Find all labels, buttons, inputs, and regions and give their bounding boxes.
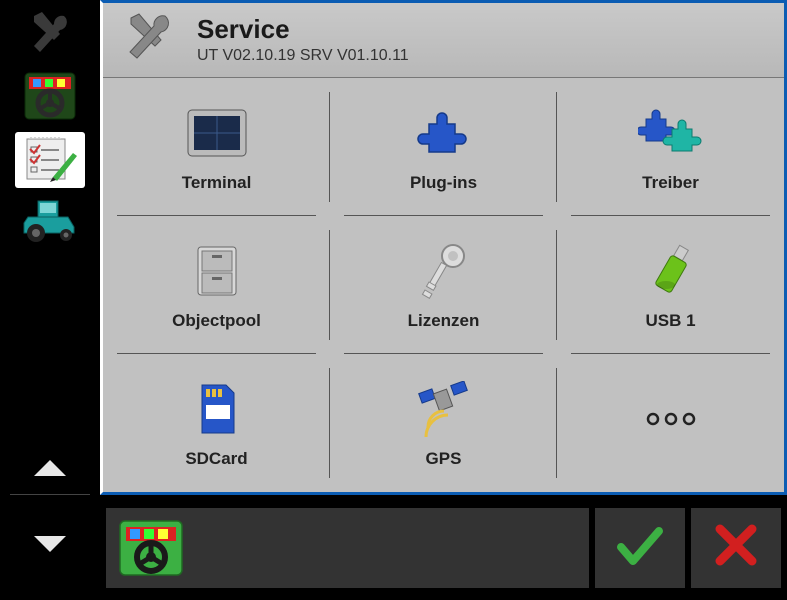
key-icon xyxy=(419,237,469,305)
grid-item-label: Lizenzen xyxy=(408,311,480,331)
satellite-icon xyxy=(414,375,474,443)
usb-icon xyxy=(646,237,696,305)
grid-item-label: USB 1 xyxy=(645,311,695,331)
cancel-button[interactable] xyxy=(691,508,781,588)
grid-item-more[interactable] xyxy=(557,354,784,492)
terminal-icon xyxy=(186,99,248,167)
sidebar xyxy=(0,0,100,495)
sidebar-item-steering[interactable] xyxy=(15,70,85,126)
grid-item-plugins[interactable]: Plug-ins xyxy=(330,78,557,216)
confirm-button[interactable] xyxy=(595,508,685,588)
driver-icon xyxy=(638,99,704,167)
check-icon xyxy=(615,523,665,572)
grid-item-gps[interactable]: GPS xyxy=(330,354,557,492)
sidebar-down-button[interactable] xyxy=(0,495,100,600)
cabinet-icon xyxy=(194,237,240,305)
checklist-icon xyxy=(23,133,77,188)
content-panel: Service UT V02.10.19 SRV V01.10.11 Termi… xyxy=(100,0,787,495)
grid-item-sdcard[interactable]: SDCard xyxy=(103,354,330,492)
grid-item-usb[interactable]: USB 1 xyxy=(557,216,784,354)
tractor-icon xyxy=(22,197,78,248)
version-subtitle: UT V02.10.19 SRV V01.10.11 xyxy=(197,47,409,65)
page-title: Service xyxy=(197,14,409,45)
tools-icon xyxy=(24,10,76,63)
steering-nav-icon xyxy=(116,518,186,578)
sdcard-icon xyxy=(194,375,240,443)
grid-item-label: SDCard xyxy=(185,449,247,469)
grid-item-label: Objectpool xyxy=(172,311,261,331)
grid-item-terminal[interactable]: Terminal xyxy=(103,78,330,216)
chevron-down-icon xyxy=(32,534,68,561)
bottom-bar xyxy=(0,495,787,600)
close-icon xyxy=(714,523,758,572)
grid-item-label: Plug-ins xyxy=(410,173,477,193)
sidebar-item-tractor[interactable] xyxy=(15,194,85,250)
grid-item-objectpool[interactable]: Objectpool xyxy=(103,216,330,354)
sidebar-up-button[interactable] xyxy=(0,444,100,494)
sidebar-item-checklist[interactable] xyxy=(15,132,85,188)
more-icon xyxy=(641,385,701,453)
grid-item-treiber[interactable]: Treiber xyxy=(557,78,784,216)
grid-item-label: Treiber xyxy=(642,173,699,193)
grid-item-label: GPS xyxy=(426,449,462,469)
status-bar xyxy=(106,508,589,588)
panel-header: Service UT V02.10.19 SRV V01.10.11 xyxy=(103,3,784,78)
sidebar-item-tools[interactable] xyxy=(15,8,85,64)
divider xyxy=(10,494,90,495)
service-grid: Terminal Plug-ins Treib xyxy=(103,78,784,492)
plugin-icon xyxy=(417,99,471,167)
service-tools-icon xyxy=(117,11,181,67)
grid-item-lizenzen[interactable]: Lizenzen xyxy=(330,216,557,354)
grid-item-label: Terminal xyxy=(182,173,252,193)
steering-nav-icon xyxy=(23,71,77,126)
chevron-up-icon xyxy=(32,456,68,483)
